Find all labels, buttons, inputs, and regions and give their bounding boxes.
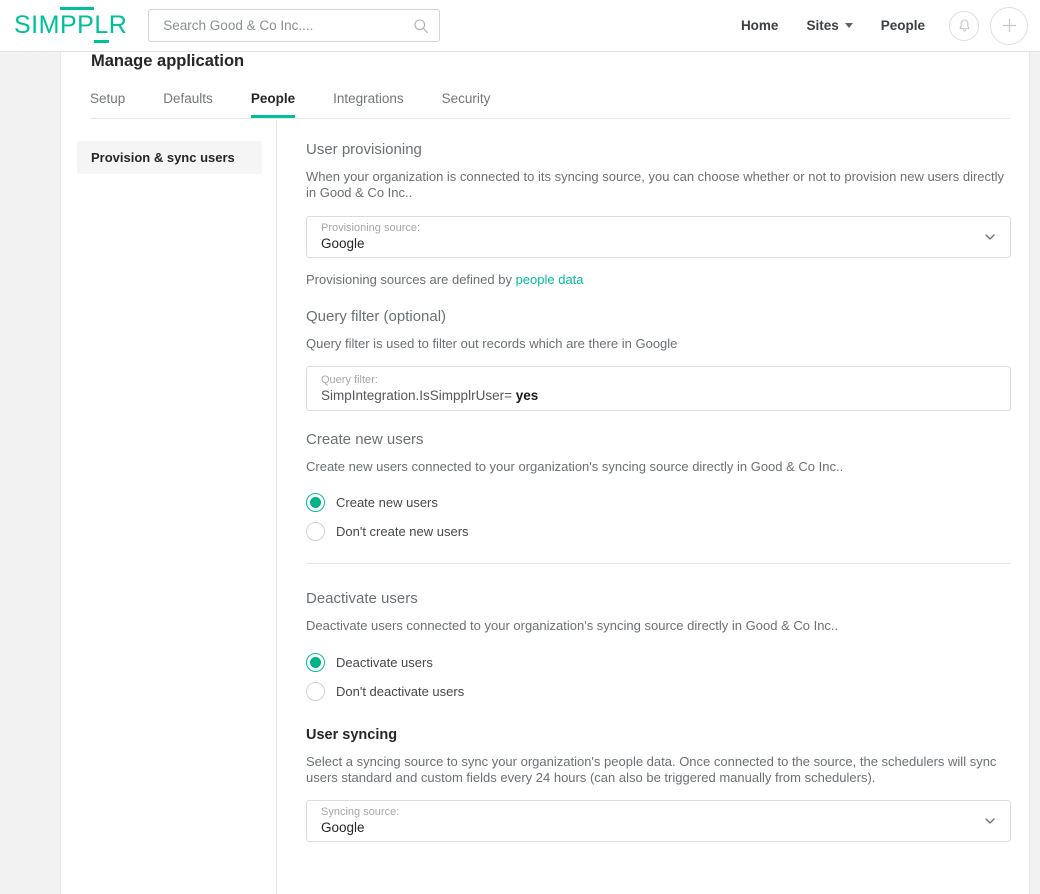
page-background: Manage application Setup Defaults People… — [0, 52, 1040, 894]
notifications-button[interactable] — [949, 11, 979, 41]
user-syncing-heading: User syncing — [306, 727, 1011, 744]
logo-text-r: R — [109, 11, 128, 39]
nav-item-sites[interactable]: Sites — [792, 18, 866, 33]
query-filter-value-prefix: SimpIntegration.IsSimpplrUser= — [321, 388, 516, 403]
syncing-source-label: Syncing source: — [321, 806, 998, 818]
tab-bar-divider — [90, 118, 1010, 119]
nav-label-sites: Sites — [806, 18, 838, 33]
radio-label-dont-deactivate-users: Don't deactivate users — [336, 684, 464, 699]
query-filter-description: Query filter is used to filter out recor… — [306, 336, 1006, 352]
tab-bar: Setup Defaults People Integrations Secur… — [90, 88, 528, 118]
chevron-down-icon[interactable] — [984, 231, 996, 243]
nav-label-home: Home — [741, 18, 779, 33]
chevron-down-icon — [845, 23, 853, 28]
page-title: Manage application — [91, 52, 244, 71]
top-navigation-bar: SIMPPLR Home Sites People — [0, 0, 1040, 52]
tab-security[interactable]: Security — [442, 91, 491, 118]
radio-deactivate-users[interactable]: Deactivate users — [306, 653, 1011, 672]
create-button[interactable] — [990, 7, 1028, 45]
nav-label-people: People — [881, 18, 925, 33]
radio-label-dont-create-new-users: Don't create new users — [336, 524, 469, 539]
logo-text-sim: SIM — [14, 11, 60, 39]
provisioning-footnote: Provisioning sources are defined by peop… — [306, 272, 1006, 288]
bell-icon — [957, 18, 972, 34]
search-input[interactable] — [161, 17, 413, 34]
chevron-down-icon[interactable] — [984, 815, 996, 827]
tab-integrations[interactable]: Integrations — [333, 91, 404, 118]
create-new-users-description: Create new users connected to your organ… — [306, 459, 1006, 475]
section-divider — [306, 563, 1011, 564]
subnav-item-provision-sync-users[interactable]: Provision & sync users — [77, 141, 262, 174]
radio-icon-unselected[interactable] — [306, 522, 325, 541]
search-icon[interactable] — [413, 18, 429, 34]
nav-item-people[interactable]: People — [867, 18, 939, 33]
settings-content: User provisioning When your organization… — [306, 141, 1011, 856]
query-filter-value: SimpIntegration.IsSimpplrUser= yes — [321, 386, 998, 406]
simpplr-logo[interactable]: SIMPPLR — [14, 13, 127, 38]
manage-application-card: Manage application Setup Defaults People… — [60, 52, 1030, 894]
syncing-source-value: Google — [321, 818, 998, 838]
global-search-box[interactable] — [148, 9, 440, 42]
tab-defaults[interactable]: Defaults — [163, 91, 213, 118]
logo-text-pl: L — [94, 11, 108, 43]
query-filter-value-suffix: yes — [516, 388, 539, 403]
user-provisioning-description: When your organization is connected to i… — [306, 169, 1006, 202]
query-filter-heading: Query filter (optional) — [306, 308, 1011, 326]
user-syncing-description: Select a syncing source to sync your org… — [306, 754, 1006, 787]
radio-icon-unselected[interactable] — [306, 682, 325, 701]
provisioning-source-value: Google — [321, 234, 998, 254]
top-nav-links: Home Sites People — [727, 7, 1040, 45]
nav-item-home[interactable]: Home — [727, 18, 793, 33]
radio-label-deactivate-users: Deactivate users — [336, 655, 433, 670]
query-filter-input[interactable]: Query filter: SimpIntegration.IsSimpplrU… — [306, 366, 1011, 411]
user-provisioning-heading: User provisioning — [306, 141, 1011, 159]
create-new-users-heading: Create new users — [306, 431, 1011, 449]
radio-create-new-users[interactable]: Create new users — [306, 493, 1011, 512]
tab-setup[interactable]: Setup — [90, 91, 125, 118]
plus-icon — [1000, 16, 1019, 35]
provisioning-footnote-text: Provisioning sources are defined by — [306, 272, 516, 287]
radio-label-create-new-users: Create new users — [336, 495, 438, 510]
section-user-provisioning: User provisioning When your organization… — [306, 141, 1011, 288]
section-deactivate-users: Deactivate users Deactivate users connec… — [306, 590, 1011, 700]
query-filter-label: Query filter: — [321, 374, 998, 386]
deactivate-users-description: Deactivate users connected to your organ… — [306, 618, 1006, 634]
section-query-filter: Query filter (optional) Query filter is … — [306, 308, 1011, 431]
radio-dont-deactivate-users[interactable]: Don't deactivate users — [306, 682, 1011, 701]
section-create-new-users: Create new users Create new users connec… — [306, 431, 1011, 541]
radio-icon-selected[interactable] — [306, 653, 325, 672]
tab-people[interactable]: People — [251, 91, 295, 118]
section-user-syncing: User syncing Select a syncing source to … — [306, 727, 1011, 843]
subnav-divider — [276, 120, 277, 894]
people-data-link[interactable]: people data — [516, 272, 584, 287]
logo-text-pp: PP — [60, 7, 94, 39]
radio-icon-selected[interactable] — [306, 493, 325, 512]
provisioning-source-select[interactable]: Provisioning source: Google — [306, 216, 1011, 258]
syncing-source-select[interactable]: Syncing source: Google — [306, 800, 1011, 842]
provisioning-source-label: Provisioning source: — [321, 222, 998, 234]
subnav-item-label: Provision & sync users — [91, 150, 235, 165]
radio-dont-create-new-users[interactable]: Don't create new users — [306, 522, 1011, 541]
deactivate-users-heading: Deactivate users — [306, 590, 1011, 608]
settings-subnav: Provision & sync users — [77, 141, 262, 174]
spacer — [306, 711, 1011, 727]
